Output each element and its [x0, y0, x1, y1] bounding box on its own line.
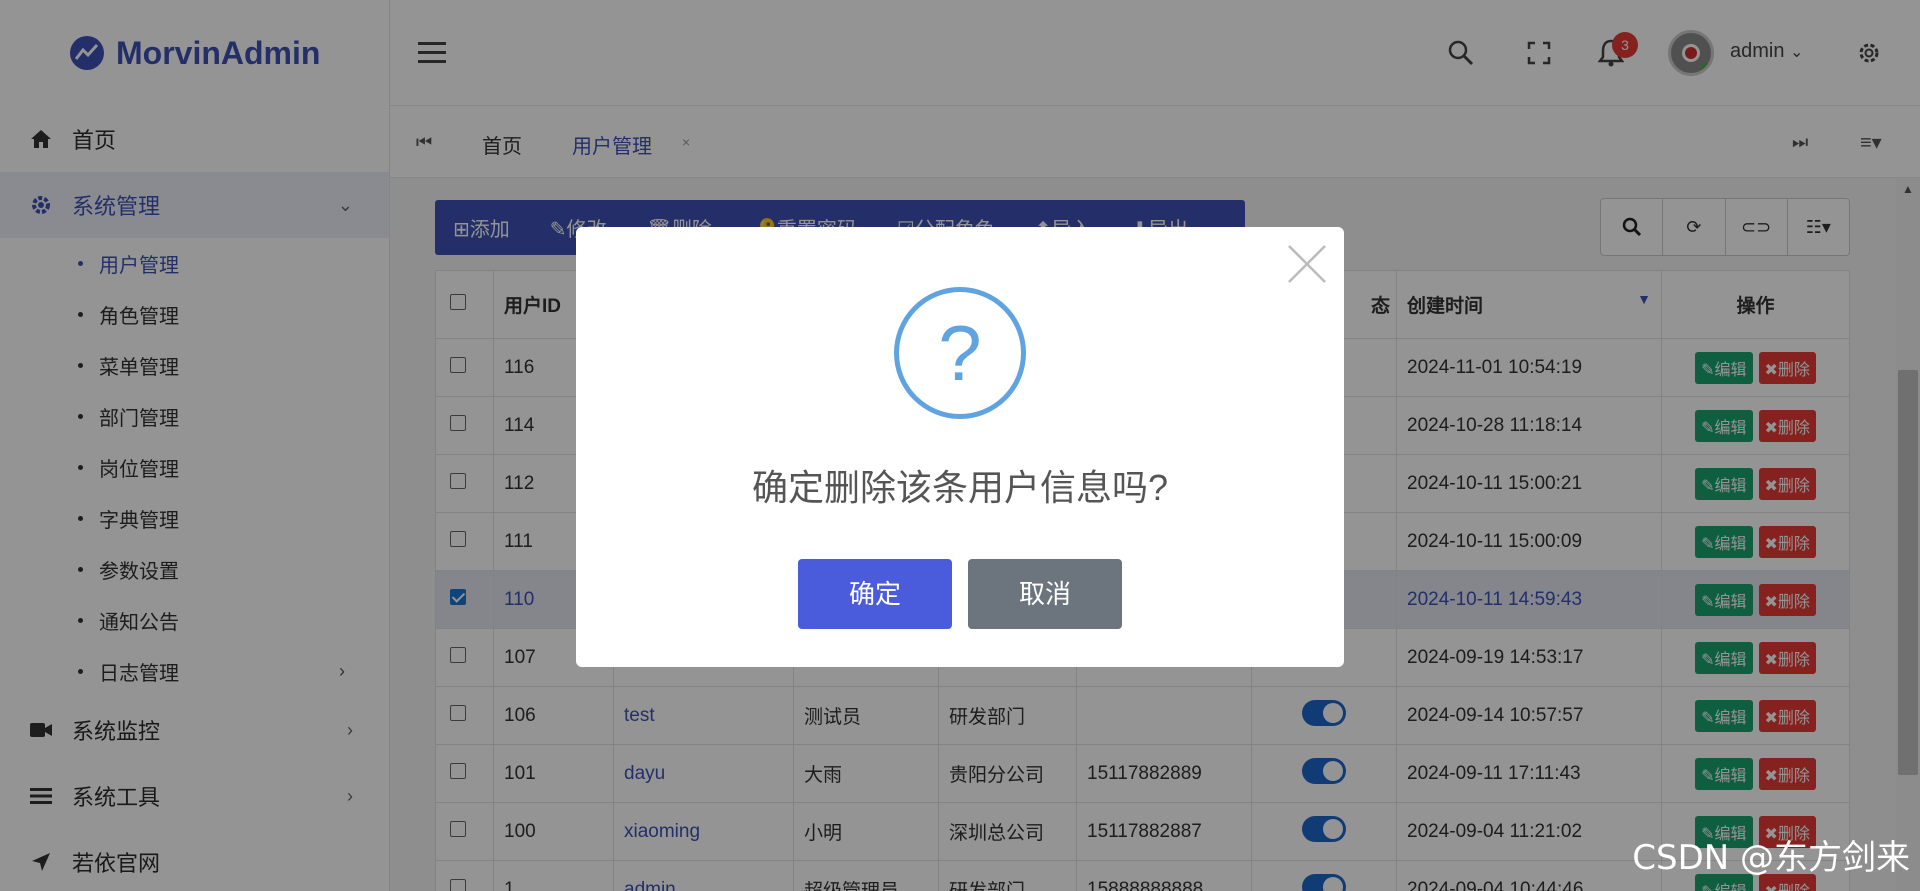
close-icon[interactable] — [1286, 243, 1328, 285]
confirm-button[interactable]: 确定 — [798, 559, 952, 629]
dialog-message: 确定删除该条用户信息吗? — [751, 467, 1169, 508]
cancel-button[interactable]: 取消 — [968, 559, 1122, 629]
watermark: CSDN @东方剑来 — [1632, 838, 1910, 878]
app-root: MorvinAdmin 首页 系统管理 ⌄ 用户管理 角色管理 菜单管理 部门管… — [0, 0, 1920, 891]
question-icon: ? — [894, 287, 1026, 419]
confirm-dialog: ? 确定删除该条用户信息吗? 确定 取消 — [576, 227, 1344, 667]
